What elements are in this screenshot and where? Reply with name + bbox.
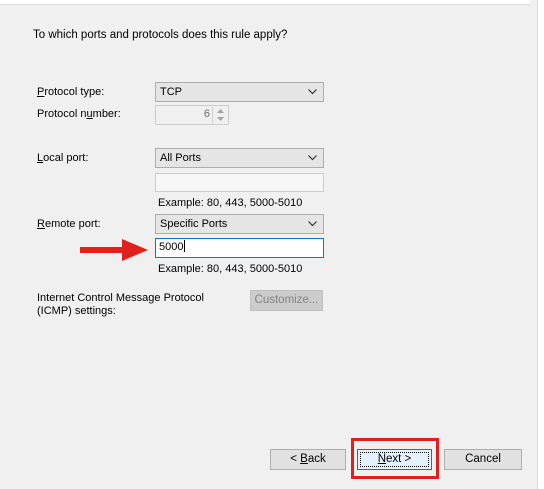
annotation-highlight-box	[351, 438, 439, 479]
local-port-label: Local port:	[37, 152, 89, 164]
local-port-value: All Ports	[160, 152, 201, 164]
window-right-edge	[537, 0, 544, 489]
local-port-input	[155, 173, 324, 192]
back-button[interactable]: < Back	[270, 449, 346, 470]
window-top-edge	[0, 0, 530, 5]
triangle-down-icon	[213, 115, 227, 123]
page-question: To which ports and protocols does this r…	[33, 29, 288, 41]
chevron-down-icon	[308, 89, 317, 95]
remote-port-input-value: 5000	[159, 241, 184, 253]
local-port-example: Example: 80, 443, 5000-5010	[158, 197, 303, 209]
protocol-number-stepper: 6	[155, 105, 229, 125]
remote-port-label: Remote port:	[37, 218, 101, 230]
chevron-down-icon	[308, 155, 317, 161]
triangle-up-icon	[213, 107, 227, 115]
protocol-type-dropdown[interactable]: TCP	[155, 82, 324, 102]
remote-port-value: Specific Ports	[160, 218, 228, 230]
remote-port-example: Example: 80, 443, 5000-5010	[158, 263, 303, 275]
red-arrow-right-icon	[80, 238, 150, 265]
protocol-type-value: TCP	[160, 86, 182, 98]
text-caret	[184, 240, 186, 252]
icmp-label: Internet Control Message Protocol (ICMP)…	[37, 292, 204, 317]
local-port-dropdown[interactable]: All Ports	[155, 148, 324, 168]
remote-port-input[interactable]: 5000	[155, 238, 324, 258]
customize-button: Customize...	[250, 290, 323, 311]
cancel-button[interactable]: Cancel	[444, 449, 522, 470]
protocol-number-label: Protocol number:	[37, 108, 121, 120]
protocol-number-value: 6	[203, 108, 210, 120]
remote-port-dropdown[interactable]: Specific Ports	[155, 214, 324, 234]
chevron-down-icon	[308, 221, 317, 227]
protocol-type-label: Protocol type:	[37, 86, 105, 98]
